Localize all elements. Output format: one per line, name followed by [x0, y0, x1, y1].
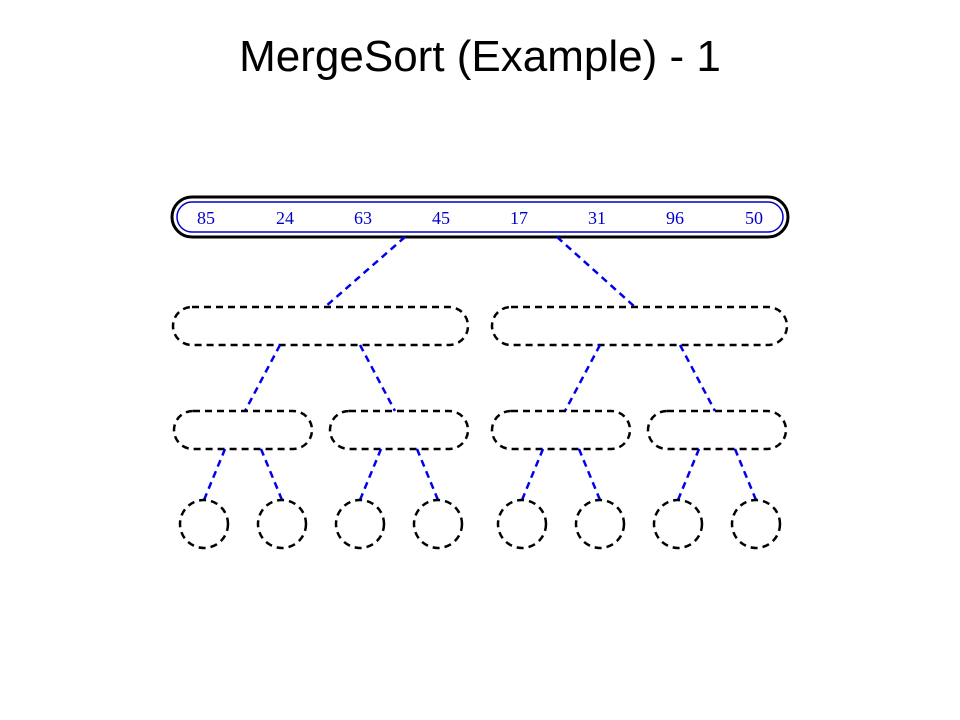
leaf-circle [180, 500, 228, 548]
connector [360, 449, 381, 500]
root-value: 85 [197, 208, 215, 228]
mergesort-diagram: 85 24 63 45 17 31 96 50 [0, 0, 960, 720]
leaf-circle [576, 500, 624, 548]
leaf-circle [258, 500, 306, 548]
level1-box [492, 307, 787, 345]
root-value: 45 [432, 208, 450, 228]
connector [565, 345, 600, 411]
leaf-circle [414, 500, 462, 548]
root-value: 50 [745, 208, 763, 228]
connector [360, 345, 395, 411]
level2-box [174, 411, 312, 449]
leaf-circle [654, 500, 702, 548]
connector [325, 237, 405, 307]
level2-box [492, 411, 630, 449]
level1-box [173, 307, 468, 345]
connector [735, 449, 756, 500]
connector [417, 449, 438, 500]
connector [557, 237, 635, 307]
connector [680, 345, 715, 411]
root-box-inner [177, 202, 783, 232]
leaf-circle [732, 500, 780, 548]
connector [579, 449, 600, 500]
level2-box [648, 411, 786, 449]
connector [204, 449, 225, 500]
root-value: 31 [588, 208, 606, 228]
connector [245, 345, 280, 411]
connector [261, 449, 282, 500]
root-value: 63 [354, 208, 372, 228]
connector [522, 449, 543, 500]
root-value: 24 [276, 208, 294, 228]
root-box-outer [172, 197, 788, 237]
leaf-circle [336, 500, 384, 548]
root-value: 17 [510, 208, 528, 228]
level2-box [330, 411, 468, 449]
root-value: 96 [666, 208, 684, 228]
leaf-circle [498, 500, 546, 548]
connector [678, 449, 699, 500]
